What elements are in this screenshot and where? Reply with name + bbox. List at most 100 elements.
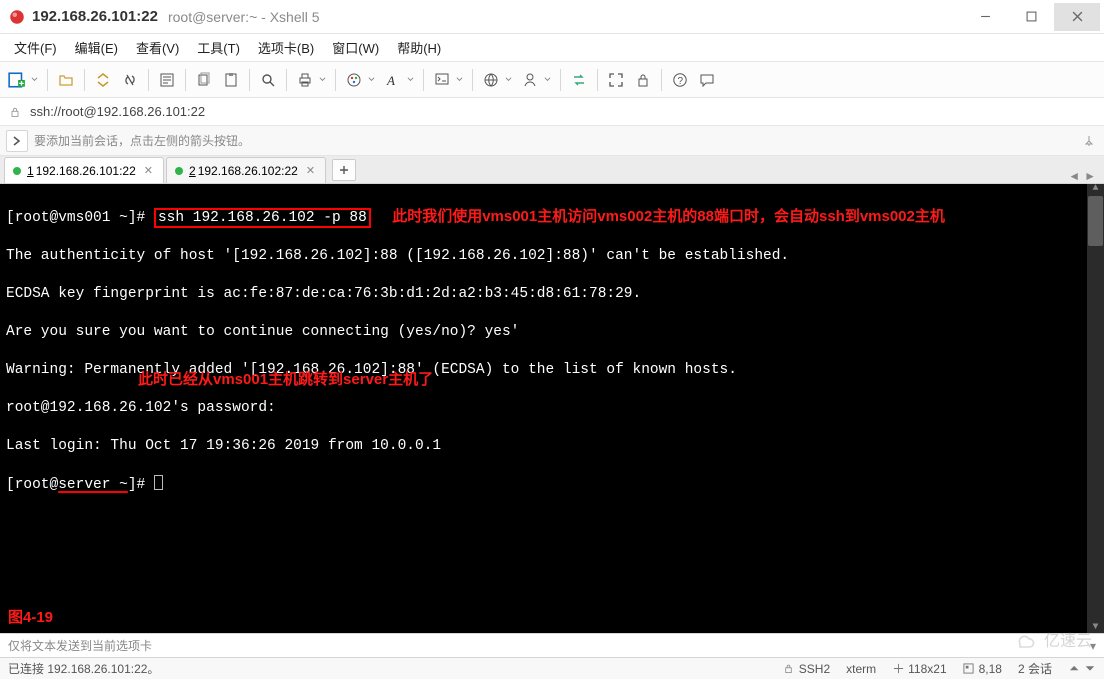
title-host: 192.168.26.101:22 [32,8,158,25]
annotation-1: 此时我们使用vms001主机访问vms002主机的88端口时，会自动ssh到vm… [392,208,945,225]
term-prompt-2a: [root@ [6,477,58,493]
status-sessions: 2 会话 [1018,660,1052,677]
copy-icon[interactable] [191,67,217,93]
tab-close-icon[interactable]: ✕ [306,164,315,177]
status-cursor: 8,18 [979,662,1002,676]
script-icon[interactable] [429,67,455,93]
chevron-right-icon[interactable]: ► [1084,169,1096,183]
globe-icon[interactable] [478,67,504,93]
term-line: Last login: Thu Oct 17 19:36:26 2019 fro… [6,437,1098,456]
watermark-text: 亿速云 [1044,627,1092,651]
term-line: Are you sure you want to continue connec… [6,323,1098,342]
tab-2-label: 192.168.26.102:22 [198,164,298,178]
svg-text:A: A [386,73,395,88]
watermark: 亿速云 [1012,627,1092,651]
tab-nav-arrows[interactable]: ◄ ► [1068,169,1100,183]
chevron-left-icon[interactable]: ◄ [1068,169,1080,183]
paste-icon[interactable] [218,67,244,93]
user-icon[interactable] [517,67,543,93]
status-protocol: SSH2 [799,662,830,676]
help-icon[interactable]: ? [667,67,693,93]
status-termtype: xterm [846,662,876,676]
dropdown-icon[interactable] [317,76,327,83]
term-prompt-2c: ]# [128,477,154,493]
find-icon[interactable] [255,67,281,93]
address-url[interactable]: ssh://root@192.168.26.101:22 [30,104,205,119]
annotation-2: 此时已经从vms001主机跳转到server主机了 [138,370,433,389]
dropdown-icon[interactable] [454,76,464,83]
chat-icon[interactable] [694,67,720,93]
app-logo-icon [8,8,26,26]
tab-1-label: 192.168.26.101:22 [36,164,136,178]
term-line: ECDSA key fingerprint is ac:fe:87:de:ca:… [6,285,1098,304]
lock-icon [783,663,795,675]
transfer-icon[interactable] [566,67,592,93]
scroll-down-icon[interactable]: ▼ [1092,623,1098,633]
cursor-pos-icon [963,663,975,675]
menu-view[interactable]: 查看(V) [128,35,187,60]
menu-tools[interactable]: 工具(T) [189,35,248,60]
status-size: 118x21 [908,662,946,676]
menu-window[interactable]: 窗口(W) [324,35,387,60]
highlighted-command: ssh 192.168.26.102 -p 88 [154,208,371,228]
tab-2[interactable]: 2 192.168.26.102:22 ✕ [166,157,326,183]
tab-2-num: 2 [189,164,196,178]
lock-icon[interactable] [630,67,656,93]
input-mode-text: 仅将文本发送到当前选项卡 [8,637,152,654]
font-icon[interactable]: A [380,67,406,93]
color-icon[interactable] [341,67,367,93]
address-bar: ssh://root@192.168.26.101:22 [0,98,1104,126]
properties-icon[interactable] [154,67,180,93]
protocol-lock-icon [8,106,22,118]
minimize-button[interactable] [962,3,1008,31]
title-suffix: root@server:~ - Xshell 5 [168,9,320,25]
tab-close-icon[interactable]: ✕ [144,164,153,177]
tab-1[interactable]: 1 192.168.26.101:22 ✕ [4,157,164,183]
new-session-icon[interactable] [4,67,30,93]
menu-file[interactable]: 文件(F) [6,35,65,60]
menu-tabs[interactable]: 选项卡(B) [250,35,322,60]
fullscreen-icon[interactable] [603,67,629,93]
tab-1-num: 1 [27,164,34,178]
dropdown-icon[interactable] [405,76,415,83]
dropdown-icon[interactable] [503,76,513,83]
add-session-arrow-button[interactable] [6,130,28,152]
print-icon[interactable] [292,67,318,93]
cursor-icon [154,475,163,490]
term-line: root@192.168.26.102's password: [6,399,1098,418]
status-bar: 已连接 192.168.26.101:22。 SSH2 xterm 118x21… [0,657,1104,679]
chevron-down-icon[interactable]: ⏷ [1084,663,1096,675]
menu-edit[interactable]: 编辑(E) [67,35,126,60]
status-dot-icon [13,167,21,175]
chevron-up-icon[interactable]: ⏶ [1068,663,1080,675]
tabstrip: 1 192.168.26.101:22 ✕ 2 192.168.26.102:2… [0,156,1104,184]
status-connection: 已连接 192.168.26.101:22。 [8,660,159,677]
hint-bar: 要添加当前会话，点击左侧的箭头按钮。 [0,126,1104,156]
pin-icon[interactable] [1080,135,1098,147]
open-icon[interactable] [53,67,79,93]
term-prompt-1: [root@vms001 ~]# [6,210,154,226]
svg-text:?: ? [678,76,684,87]
input-mode-bar[interactable]: 仅将文本发送到当前选项卡 ▾ [0,633,1104,657]
scrollbar-thumb[interactable] [1088,196,1103,246]
dropdown-icon[interactable] [29,76,39,83]
hint-text: 要添加当前会话，点击左侧的箭头按钮。 [34,132,250,149]
term-prompt-2b: server ~ [58,477,128,493]
dropdown-icon[interactable] [542,76,552,83]
reconnect-icon[interactable] [90,67,116,93]
maximize-button[interactable] [1008,3,1054,31]
term-line: The authenticity of host '[192.168.26.10… [6,247,1098,266]
terminal[interactable]: [root@vms001 ~]# ssh 192.168.26.102 -p 8… [0,184,1104,633]
menu-help[interactable]: 帮助(H) [389,35,449,60]
size-icon [892,663,904,675]
terminal-scrollbar[interactable]: ▲ ▼ [1087,184,1104,633]
disconnect-icon[interactable] [117,67,143,93]
toolbar: A ? [0,62,1104,98]
tab-add-button[interactable] [332,159,356,181]
dropdown-icon[interactable] [366,76,376,83]
status-dot-icon [175,167,183,175]
menubar: 文件(F) 编辑(E) 查看(V) 工具(T) 选项卡(B) 窗口(W) 帮助(… [0,34,1104,62]
titlebar: 192.168.26.101:22 root@server:~ - Xshell… [0,0,1104,34]
scroll-up-icon[interactable]: ▲ [1092,184,1098,194]
close-button[interactable] [1054,3,1100,31]
